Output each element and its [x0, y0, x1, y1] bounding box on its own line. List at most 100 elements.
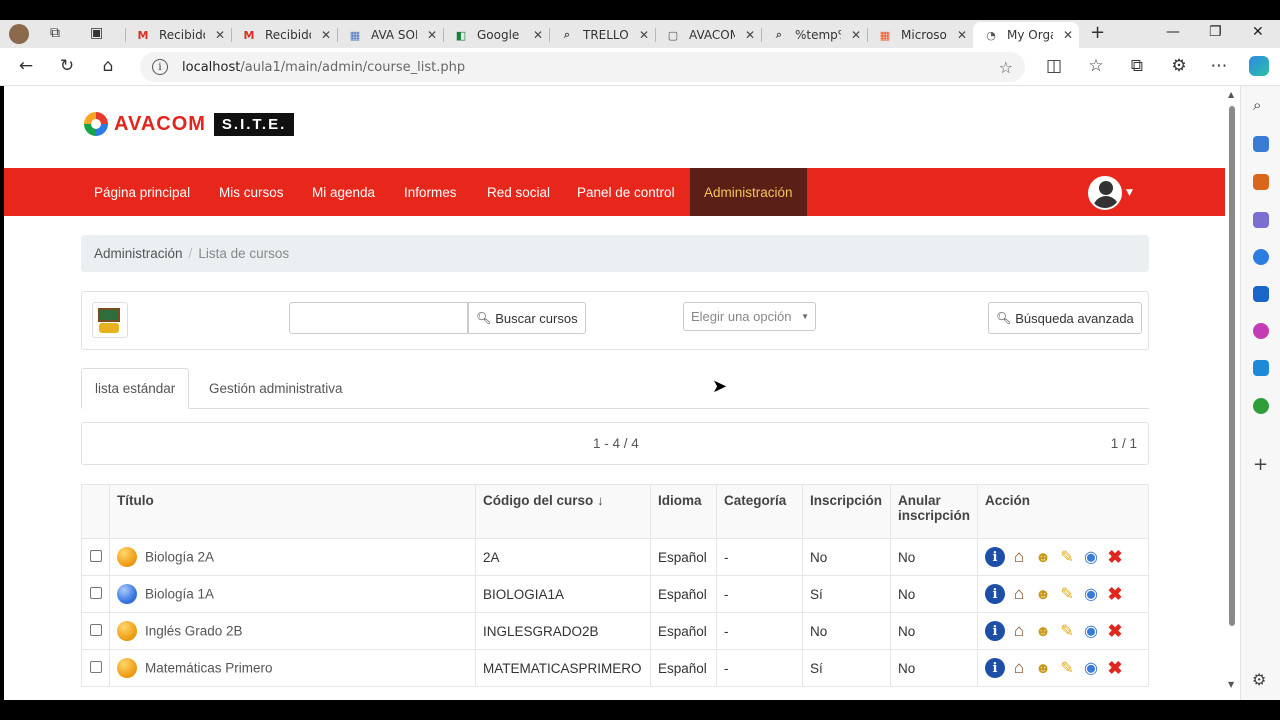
browser-tab[interactable]: ▦ Microsof ✕ [867, 22, 973, 48]
course-title-link[interactable]: Matemáticas Primero [145, 661, 273, 676]
users-icon[interactable]: ☻ [1033, 621, 1053, 641]
menu-item-my-courses[interactable]: Mis cursos [219, 168, 284, 216]
close-icon[interactable]: ✕ [427, 28, 437, 42]
split-screen-icon[interactable]: ◫ [1043, 56, 1065, 76]
course-search-input[interactable] [289, 302, 468, 334]
new-tab-icon[interactable]: + [1090, 22, 1105, 43]
close-icon[interactable]: ✕ [215, 28, 225, 42]
edit-pencil-icon[interactable]: ✎ [1057, 547, 1077, 567]
close-window-icon[interactable]: ✕ [1252, 24, 1264, 40]
delete-icon[interactable]: ✖ [1105, 621, 1125, 641]
tab-admin-management[interactable]: Gestión administrativa [209, 368, 343, 409]
browser-tab[interactable]: ▦ AVA SOL ✕ [337, 22, 443, 48]
close-icon[interactable]: ✕ [957, 28, 967, 42]
restore-icon[interactable]: ❐ [1209, 24, 1222, 40]
send-icon[interactable] [1253, 360, 1269, 376]
edit-pencil-icon[interactable]: ✎ [1057, 621, 1077, 641]
column-unenroll[interactable]: Anular inscripción [889, 484, 979, 539]
favorites-icon[interactable]: ☆ [1085, 56, 1107, 76]
maintenance-icon[interactable]: ◉ [1081, 584, 1101, 604]
outlook-icon[interactable] [1253, 286, 1269, 302]
option-select[interactable]: Elegir una opción ▼ [683, 302, 816, 331]
delete-icon[interactable]: ✖ [1105, 658, 1125, 678]
profile-avatar-icon[interactable] [9, 24, 29, 44]
column-language[interactable]: Idioma [650, 484, 717, 539]
browser-tab[interactable]: ⌕ %temp% ✕ [761, 22, 867, 48]
users-icon[interactable]: ☻ [1033, 547, 1053, 567]
tab-standard-list[interactable]: lista estándar [81, 368, 190, 409]
reload-icon[interactable]: ↻ [56, 56, 78, 76]
menu-item-administration[interactable]: Administración [690, 168, 807, 216]
favorite-star-icon[interactable]: ☆ [999, 58, 1013, 77]
search-courses-button[interactable]: 🔍︎ Buscar cursos [468, 302, 586, 334]
row-checkbox[interactable] [89, 623, 102, 636]
chevron-down-icon[interactable]: ▼ [1126, 188, 1133, 198]
row-checkbox[interactable] [89, 660, 102, 673]
maintenance-icon[interactable]: ◉ [1081, 547, 1101, 567]
scroll-up-icon[interactable]: ▲ [1228, 90, 1234, 99]
course-home-icon[interactable]: ⌂ [1009, 584, 1029, 604]
menu-item-social[interactable]: Red social [487, 168, 550, 216]
menu-item-agenda[interactable]: Mi agenda [312, 168, 375, 216]
close-icon[interactable]: ✕ [321, 28, 331, 42]
designer-icon[interactable] [1253, 323, 1269, 339]
scroll-down-icon[interactable]: ▼ [1228, 680, 1234, 689]
users-icon[interactable]: ☻ [1033, 584, 1053, 604]
column-code[interactable]: Código del curso ↓ [475, 484, 651, 539]
users-icon[interactable]: ☻ [1033, 658, 1053, 678]
browser-tab[interactable]: ⌕ TRELLO - ✕ [549, 22, 655, 48]
home-icon[interactable]: ⌂ [97, 56, 119, 76]
settings-icon[interactable]: ⚙ [1252, 670, 1266, 689]
extensions-icon[interactable]: ⚙ [1168, 56, 1190, 76]
delete-icon[interactable]: ✖ [1105, 547, 1125, 567]
maintenance-icon[interactable]: ◉ [1081, 658, 1101, 678]
search-icon[interactable]: ⌕ [1253, 96, 1261, 114]
row-checkbox[interactable] [89, 549, 102, 562]
menu-item-home[interactable]: Página principal [94, 168, 190, 216]
create-course-icon[interactable] [92, 302, 128, 338]
menu-item-reports[interactable]: Informes [404, 168, 457, 216]
browser-tab[interactable]: ▢ AVACOM ✕ [655, 22, 761, 48]
address-bar[interactable]: i localhost/aula1/main/admin/course_list… [140, 52, 1025, 82]
course-home-icon[interactable]: ⌂ [1009, 621, 1029, 641]
tree-icon[interactable] [1253, 398, 1269, 414]
advanced-search-button[interactable]: 🔍︎ Búsqueda avanzada [988, 302, 1142, 334]
maintenance-icon[interactable]: ◉ [1081, 621, 1101, 641]
microsoft365-icon[interactable] [1253, 249, 1269, 265]
course-title-link[interactable]: Inglés Grado 2B [145, 624, 243, 639]
edit-pencil-icon[interactable]: ✎ [1057, 584, 1077, 604]
copilot-icon[interactable] [1249, 56, 1269, 76]
close-icon[interactable]: ✕ [745, 28, 755, 42]
browser-tab[interactable]: M Recibido ✕ [125, 22, 231, 48]
site-logo[interactable]: AVACOM S.I.T.E. [84, 112, 295, 136]
info-icon[interactable]: i [985, 658, 1006, 678]
course-home-icon[interactable]: ⌂ [1009, 658, 1029, 678]
user-avatar[interactable] [1088, 176, 1122, 210]
course-home-icon[interactable]: ⌂ [1009, 547, 1029, 567]
delete-icon[interactable]: ✖ [1105, 584, 1125, 604]
row-checkbox[interactable] [89, 586, 102, 599]
breadcrumb-administration[interactable]: Administración [94, 246, 183, 261]
minimize-icon[interactable]: — [1166, 24, 1180, 40]
info-icon[interactable]: i [985, 621, 1006, 641]
tag-icon[interactable] [1253, 136, 1269, 152]
info-icon[interactable]: i [985, 547, 1006, 567]
edit-pencil-icon[interactable]: ✎ [1057, 658, 1077, 678]
close-icon[interactable]: ✕ [639, 28, 649, 42]
close-icon[interactable]: ✕ [533, 28, 543, 42]
tab-actions-icon[interactable]: ▣ [90, 25, 103, 41]
course-title-link[interactable]: Biología 2A [145, 550, 214, 565]
close-icon[interactable]: ✕ [851, 28, 861, 42]
scrollbar-thumb[interactable] [1229, 106, 1235, 626]
browser-tab[interactable]: M Recibido ✕ [231, 22, 337, 48]
workspaces-icon[interactable]: ⧉ [50, 25, 60, 41]
info-icon[interactable]: i [985, 584, 1006, 604]
browser-tab-active[interactable]: ◔ My Orga ✕ [973, 22, 1079, 48]
games-icon[interactable] [1253, 212, 1269, 228]
column-enroll[interactable]: Inscripción [802, 484, 891, 539]
collections-icon[interactable]: ⧉ [1126, 56, 1148, 76]
course-title-link[interactable]: Biología 1A [145, 587, 214, 602]
back-icon[interactable]: ← [15, 56, 37, 76]
column-category[interactable]: Categoría [716, 484, 803, 539]
column-title[interactable]: Título [109, 484, 476, 539]
